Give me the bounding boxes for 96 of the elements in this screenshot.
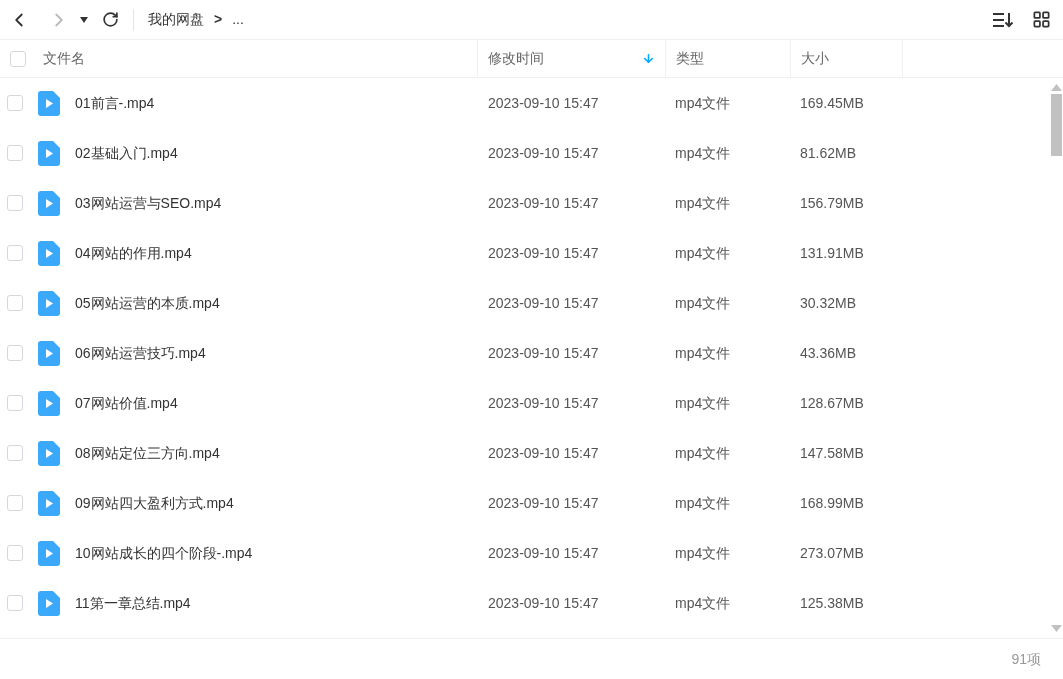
- scrollbar-thumb[interactable]: [1051, 94, 1062, 156]
- caret-icon: [80, 16, 88, 23]
- checkbox[interactable]: [7, 495, 23, 511]
- file-name[interactable]: 11第一章总结.mp4: [75, 592, 191, 614]
- video-file-icon: [38, 440, 60, 466]
- modified-time: 2023-09-10 15:47: [487, 93, 600, 113]
- video-file-icon: [38, 490, 60, 516]
- file-row[interactable]: 09网站四大盈利方式.mp4 2023-09-10 15:47 mp4文件 168.99MB: [0, 478, 1050, 528]
- file-size: 147.58MB: [799, 443, 865, 463]
- modified-time: 2023-09-10 15:47: [487, 143, 600, 163]
- checkbox[interactable]: [7, 95, 23, 111]
- file-size: 156.79MB: [799, 193, 865, 213]
- column-header[interactable]: 大小: [791, 40, 903, 77]
- modified-time: 2023-09-10 15:47: [487, 443, 600, 463]
- scroll-down-icon: [1051, 625, 1062, 632]
- checkbox[interactable]: [7, 195, 23, 211]
- file-type: mp4文件: [674, 443, 732, 463]
- video-file-icon: [38, 590, 60, 616]
- file-size: 168.99MB: [799, 493, 865, 513]
- file-row[interactable]: 02基础入门.mp4 2023-09-10 15:47 mp4文件 81.62MB: [0, 128, 1050, 178]
- modified-time: 2023-09-10 15:47: [487, 393, 600, 413]
- item-count: 91项: [1011, 649, 1041, 669]
- refresh-icon: [102, 11, 119, 28]
- file-name[interactable]: 01前言-.mp4: [75, 92, 155, 114]
- file-row[interactable]: 06网站运营技巧.mp4 2023-09-10 15:47 mp4文件 43.36MB: [0, 328, 1050, 378]
- file-row[interactable]: 01前言-.mp4 2023-09-10 15:47 mp4文件 169.45MB: [0, 78, 1050, 128]
- file-size: 125.38MB: [799, 593, 865, 613]
- file-name[interactable]: 05网站运营的本质.mp4: [75, 292, 220, 314]
- file-type: mp4文件: [674, 343, 732, 363]
- breadcrumb-link[interactable]: ...: [232, 9, 244, 30]
- file-name[interactable]: 04网站的作用.mp4: [75, 242, 192, 264]
- breadcrumb-link[interactable]: 我的网盘: [148, 9, 204, 30]
- video-file-icon: [38, 290, 60, 316]
- checkbox[interactable]: [7, 445, 23, 461]
- file-type: mp4文件: [674, 243, 732, 263]
- column-header[interactable]: 修改时间: [478, 40, 666, 77]
- column-header[interactable]: 类型: [666, 40, 791, 77]
- grid-icon: [1032, 10, 1051, 29]
- modified-time: 2023-09-10 15:47: [487, 193, 600, 213]
- file-name[interactable]: 10网站成长的四个阶段-.mp4: [75, 542, 253, 564]
- checkbox[interactable]: [7, 145, 23, 161]
- file-row[interactable]: 11第一章总结.mp4 2023-09-10 15:47 mp4文件 125.38MB: [0, 578, 1050, 628]
- file-size: 30.32MB: [799, 293, 858, 313]
- file-type: mp4文件: [674, 293, 732, 313]
- file-row[interactable]: 08网站定位三方向.mp4 2023-09-10 15:47 mp4文件 147.58MB: [0, 428, 1050, 478]
- file-row[interactable]: 03网站运营与SEO.mp4 2023-09-10 15:47 mp4文件 156.79MB: [0, 178, 1050, 228]
- file-name[interactable]: 07网站价值.mp4: [75, 392, 178, 414]
- column-header[interactable]: 文件名: [0, 40, 478, 77]
- history-dropdown[interactable]: [78, 14, 90, 25]
- file-size: 81.62MB: [799, 143, 858, 163]
- modified-time: 2023-09-10 15:47: [487, 543, 600, 563]
- video-file-icon: [38, 390, 60, 416]
- file-size: 273.07MB: [799, 543, 865, 563]
- video-file-icon: [38, 140, 60, 166]
- file-size: 128.67MB: [799, 393, 865, 413]
- video-file-icon: [38, 340, 60, 366]
- checkbox[interactable]: [7, 345, 23, 361]
- file-size: 169.45MB: [799, 93, 865, 113]
- refresh-button[interactable]: [100, 9, 121, 30]
- video-file-icon: [38, 240, 60, 266]
- file-name[interactable]: 03网站运营与SEO.mp4: [75, 192, 222, 214]
- file-name[interactable]: 06网站运营技巧.mp4: [75, 342, 206, 364]
- file-row[interactable]: 05网站运营的本质.mp4 2023-09-10 15:47 mp4文件 30.32MB: [0, 278, 1050, 328]
- file-row[interactable]: 04网站的作用.mp4 2023-09-10 15:47 mp4文件 131.91MB: [0, 228, 1050, 278]
- video-file-icon: [38, 90, 60, 116]
- file-size: 131.91MB: [799, 243, 865, 263]
- file-name[interactable]: 08网站定位三方向.mp4: [75, 442, 220, 464]
- checkbox[interactable]: [7, 395, 23, 411]
- checkbox[interactable]: [7, 595, 23, 611]
- file-name[interactable]: 02基础入门.mp4: [75, 142, 178, 164]
- modified-time: 2023-09-10 15:47: [487, 343, 600, 363]
- checkbox[interactable]: [7, 245, 23, 261]
- file-type: mp4文件: [674, 143, 732, 163]
- breadcrumb-separator: >: [214, 10, 223, 29]
- file-row[interactable]: 10网站成长的四个阶段-.mp4 2023-09-10 15:47 mp4文件 273.07MB: [0, 528, 1050, 578]
- modified-time: 2023-09-10 15:47: [487, 493, 600, 513]
- file-type: mp4文件: [674, 593, 732, 613]
- modified-time: 2023-09-10 15:47: [487, 243, 600, 263]
- file-type: mp4文件: [674, 193, 732, 213]
- scroll-up-icon: [1051, 84, 1062, 91]
- video-file-icon: [38, 190, 60, 216]
- file-type: mp4文件: [674, 543, 732, 563]
- file-type: mp4文件: [674, 493, 732, 513]
- video-file-icon: [38, 540, 60, 566]
- sort-descending-icon: [642, 52, 655, 65]
- file-type: mp4文件: [674, 393, 732, 413]
- file-type: mp4文件: [674, 93, 732, 113]
- checkbox[interactable]: [7, 295, 23, 311]
- file-name[interactable]: 09网站四大盈利方式.mp4: [75, 492, 234, 514]
- file-row[interactable]: 07网站价值.mp4 2023-09-10 15:47 mp4文件 128.67MB: [0, 378, 1050, 428]
- modified-time: 2023-09-10 15:47: [487, 293, 600, 313]
- checkbox[interactable]: [10, 50, 26, 67]
- file-size: 43.36MB: [799, 343, 858, 363]
- sort-list-icon: [992, 10, 1014, 29]
- checkbox[interactable]: [7, 545, 23, 561]
- modified-time: 2023-09-10 15:47: [487, 593, 600, 613]
